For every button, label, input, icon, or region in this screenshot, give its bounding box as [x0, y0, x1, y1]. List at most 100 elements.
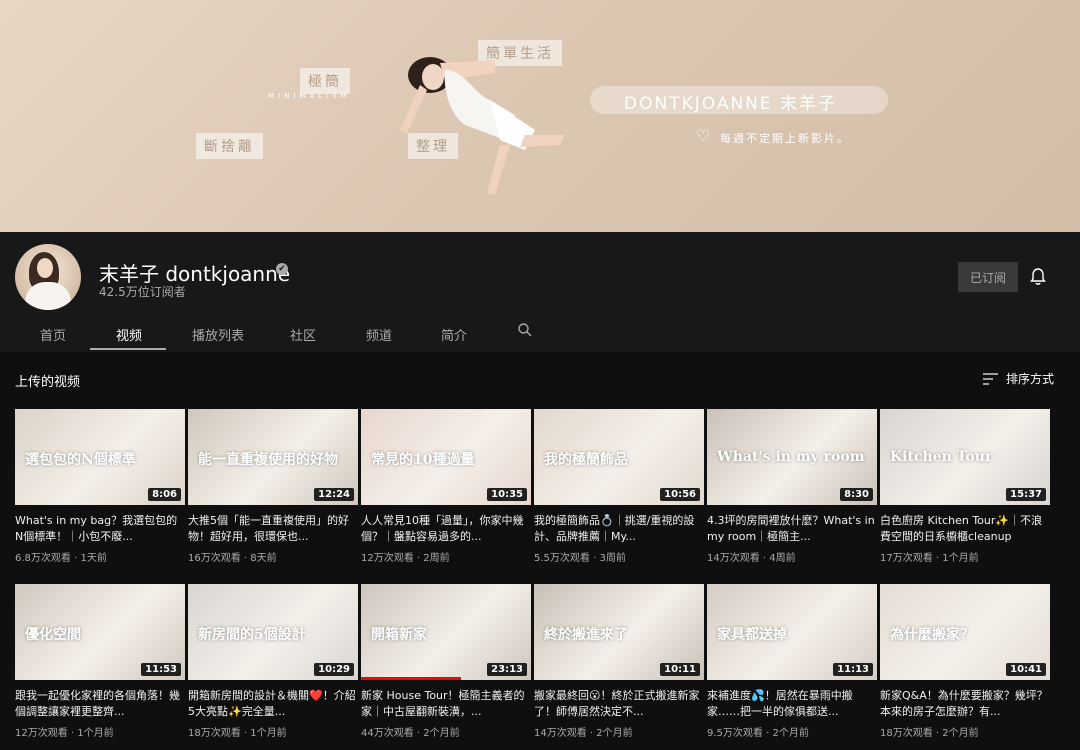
video-thumbnail[interactable]: 終於搬進來了 10:11: [534, 584, 704, 680]
video-card[interactable]: Kitchen Tour 15:37 白色廚房 Kitchen Tour✨｜不浪…: [880, 409, 1050, 564]
video-time: 1个月前: [942, 553, 979, 564]
video-title[interactable]: 搬家最終回😮！終於正式搬進新家了！師傅居然決定不...: [534, 688, 704, 720]
video-card[interactable]: 能一直重複使用的好物 12:24 大推5個「能一直重複使用」的好物！超好用，很環…: [188, 409, 358, 564]
video-time: 1个月前: [250, 728, 287, 739]
video-time: 4周前: [769, 553, 796, 564]
video-views: 12万次观看: [15, 728, 68, 739]
video-time: 1个月前: [77, 728, 114, 739]
video-thumbnail[interactable]: What's in my room 8:30: [707, 409, 877, 505]
video-title[interactable]: 大推5個「能一直重複使用」的好物！超好用，很環保也...: [188, 513, 358, 545]
video-duration: 23:13: [487, 663, 527, 676]
thumbnail-text: 常見的10種過量: [371, 452, 475, 468]
video-time: 2个月前: [772, 728, 809, 739]
video-card[interactable]: 優化空間 11:53 跟我一起優化家裡的各個角落！幾個調整讓家裡更整齊... 1…: [15, 584, 185, 739]
video-title[interactable]: 白色廚房 Kitchen Tour✨｜不浪費空間的日系櫥櫃cleanup: [880, 513, 1050, 545]
video-views: 14万次观看: [534, 728, 587, 739]
video-card[interactable]: 選包包的N個標準 8:06 What's in my bag？我選包包的N個標準…: [15, 409, 185, 564]
thumbnail-text: 我的極簡飾品: [544, 452, 628, 468]
video-card[interactable]: What's in my room 8:30 4.3坪的房間裡放什麼？What'…: [707, 409, 877, 564]
subscriber-count: 42.5万位订阅者: [99, 285, 186, 299]
video-thumbnail[interactable]: 能一直重複使用的好物 12:24: [188, 409, 358, 505]
thumbnail-text: 終於搬進來了: [544, 627, 628, 643]
search-icon[interactable]: [518, 323, 532, 337]
sort-button[interactable]: 排序方式: [983, 370, 1054, 387]
video-views: 16万次观看: [188, 553, 241, 564]
video-duration: 15:37: [1006, 488, 1046, 501]
video-time: 8天前: [250, 553, 277, 564]
banner-tag: 斷捨離: [196, 133, 263, 159]
video-time: 2周前: [423, 553, 450, 564]
thumbnail-text: 家具都送掉: [717, 627, 787, 643]
video-views: 12万次观看: [361, 553, 414, 564]
video-duration: 8:30: [840, 488, 873, 501]
video-title[interactable]: 來補進度💦！居然在暴雨中搬家……把一半的傢俱都送...: [707, 688, 877, 720]
video-views: 6.8万次观看: [15, 553, 71, 564]
video-thumbnail[interactable]: Kitchen Tour 15:37: [880, 409, 1050, 505]
thumbnail-text: 新房間的5個設計: [198, 627, 306, 643]
video-duration: 11:53: [141, 663, 181, 676]
sort-label: 排序方式: [1006, 372, 1055, 386]
heart-icon: ♡: [696, 126, 711, 145]
banner-person-illustration: [400, 57, 565, 195]
video-duration: 10:11: [660, 663, 700, 676]
video-duration: 10:41: [1006, 663, 1046, 676]
subscribed-button[interactable]: 已订阅: [958, 262, 1018, 292]
video-card[interactable]: 家具都送掉 11:13 來補進度💦！居然在暴雨中搬家……把一半的傢俱都送... …: [707, 584, 877, 739]
thumbnail-text: Kitchen Tour: [890, 449, 993, 465]
video-time: 3周前: [599, 553, 626, 564]
video-thumbnail[interactable]: 常見的10種過量 10:35: [361, 409, 531, 505]
video-duration: 12:24: [314, 488, 354, 501]
video-thumbnail[interactable]: 開箱新家 23:13: [361, 584, 531, 680]
video-card[interactable]: 終於搬進來了 10:11 搬家最終回😮！終於正式搬進新家了！師傅居然決定不...…: [534, 584, 704, 739]
video-title[interactable]: 開箱新房間的設計＆機關❤️！介紹5大亮點✨完全量...: [188, 688, 358, 720]
video-duration: 10:29: [314, 663, 354, 676]
video-card[interactable]: 常見的10種過量 10:35 人人常見10種「過量」，你家中幾個？｜盤點容易過多…: [361, 409, 531, 564]
video-thumbnail[interactable]: 優化空間 11:53: [15, 584, 185, 680]
tab-home[interactable]: 首页: [40, 325, 66, 344]
channel-avatar[interactable]: [15, 244, 81, 310]
tab-channels[interactable]: 频道: [366, 325, 392, 344]
tab-about[interactable]: 简介: [441, 325, 467, 344]
video-title[interactable]: 新家Q&A！為什麼要搬家？幾坪？本來的房子怎麼辦？有...: [880, 688, 1050, 720]
banner-minimalism-text: MINIMALISM: [268, 92, 351, 100]
bell-icon[interactable]: [1030, 268, 1046, 286]
video-title[interactable]: What's in my bag？我選包包的N個標準！｜小包不廢...: [15, 513, 185, 545]
video-title[interactable]: 人人常見10種「過量」，你家中幾個？｜盤點容易過多的...: [361, 513, 531, 545]
video-card[interactable]: 我的極簡飾品 10:56 我的極簡飾品💍｜挑選/重視的設計、品牌推薦｜My...…: [534, 409, 704, 564]
video-card[interactable]: 為什麼搬家？ 10:41 新家Q&A！為什麼要搬家？幾坪？本來的房子怎麼辦？有.…: [880, 584, 1050, 739]
active-tab-indicator: [90, 348, 166, 350]
video-thumbnail[interactable]: 我的極簡飾品 10:56: [534, 409, 704, 505]
video-title[interactable]: 4.3坪的房間裡放什麼？What's in my room｜極簡主...: [707, 513, 877, 545]
video-thumbnail[interactable]: 家具都送掉 11:13: [707, 584, 877, 680]
video-duration: 10:35: [487, 488, 527, 501]
tab-community[interactable]: 社区: [290, 325, 316, 344]
video-duration: 11:13: [833, 663, 873, 676]
video-views: 17万次观看: [880, 553, 933, 564]
thumbnail-text: 能一直重複使用的好物: [198, 452, 338, 468]
video-title[interactable]: 跟我一起優化家裡的各個角落！幾個調整讓家裡更整齊...: [15, 688, 185, 720]
thumbnail-text: 開箱新家: [371, 627, 427, 643]
thumbnail-text: 優化空間: [25, 627, 81, 643]
tab-videos[interactable]: 视频: [116, 325, 142, 344]
tab-playlists[interactable]: 播放列表: [192, 325, 244, 344]
banner-tag: 極簡: [300, 68, 350, 94]
banner-brand: DONTKJOANNE 末羊子: [624, 94, 838, 114]
watch-progress-bar: [361, 677, 461, 680]
video-time: 2个月前: [942, 728, 979, 739]
video-views: 18万次观看: [880, 728, 933, 739]
video-card[interactable]: 開箱新家 23:13 新家 House Tour！極簡主義者的家｜中古屋翻新裝潢…: [361, 584, 531, 739]
video-thumbnail[interactable]: 為什麼搬家？ 10:41: [880, 584, 1050, 680]
video-title[interactable]: 我的極簡飾品💍｜挑選/重視的設計、品牌推薦｜My...: [534, 513, 704, 545]
video-views: 5.5万次观看: [534, 553, 590, 564]
video-title[interactable]: 新家 House Tour！極簡主義者的家｜中古屋翻新裝潢，...: [361, 688, 531, 720]
thumbnail-text: 選包包的N個標準: [25, 452, 136, 468]
video-time: 1天前: [80, 553, 107, 564]
video-views: 44万次观看: [361, 728, 414, 739]
video-views: 18万次观看: [188, 728, 241, 739]
thumbnail-text: 為什麼搬家？: [890, 627, 974, 643]
video-time: 2个月前: [423, 728, 460, 739]
video-thumbnail[interactable]: 選包包的N個標準 8:06: [15, 409, 185, 505]
video-thumbnail[interactable]: 新房間的5個設計 10:29: [188, 584, 358, 680]
video-card[interactable]: 新房間的5個設計 10:29 開箱新房間的設計＆機關❤️！介紹5大亮點✨完全量.…: [188, 584, 358, 739]
video-duration: 8:06: [148, 488, 181, 501]
